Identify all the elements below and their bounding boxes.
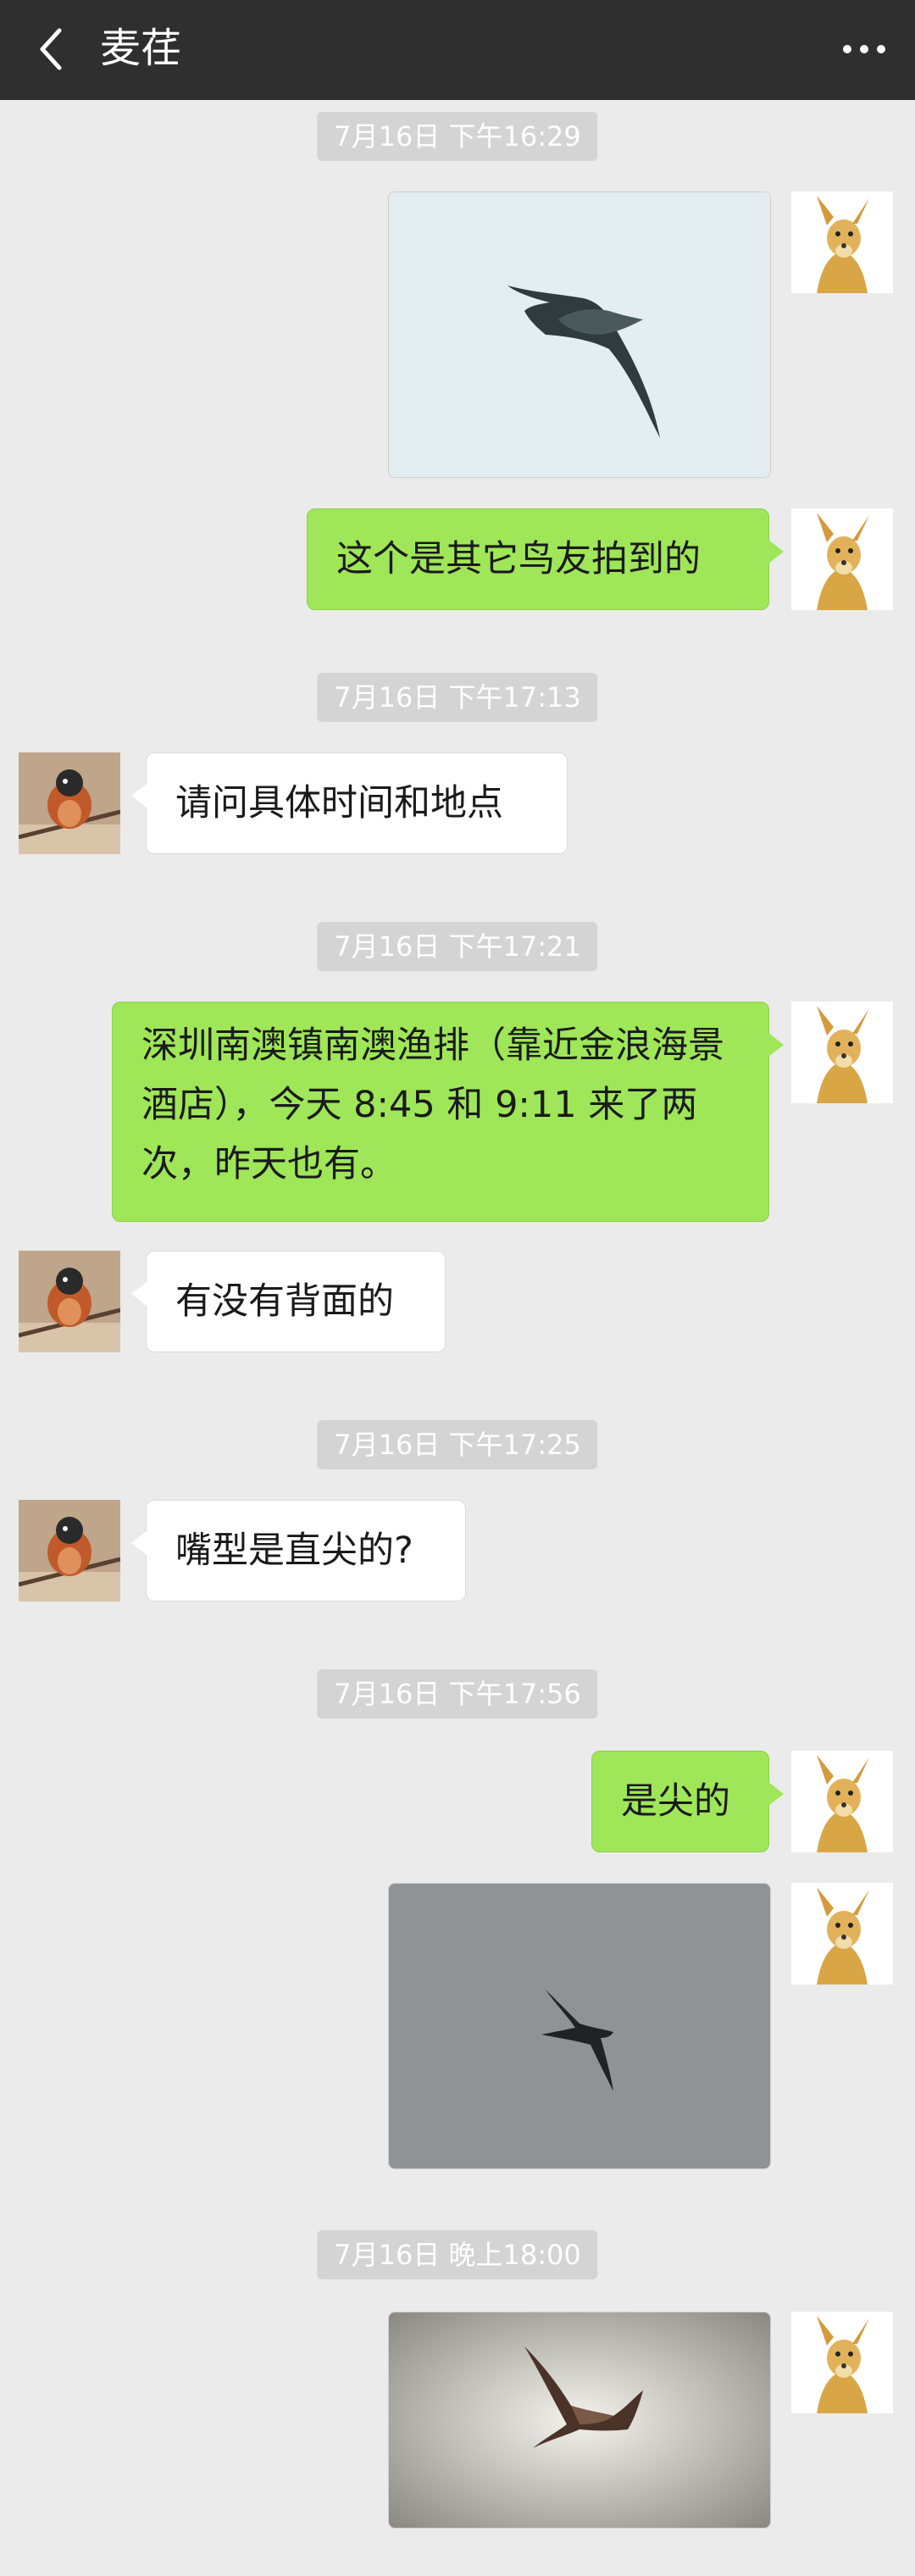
my-avatar[interactable]: [791, 1751, 893, 1852]
contact-message-bubble[interactable]: 有没有背面的: [131, 1251, 446, 1352]
chat-photo[interactable]: [388, 192, 771, 478]
more-horizontal-icon[interactable]: [839, 24, 890, 75]
timestamp: 7月16日 下午17:13: [317, 673, 598, 722]
chat-header: 麦荏: [0, 0, 915, 100]
my-avatar[interactable]: [791, 1883, 893, 1985]
chat-photo[interactable]: [388, 2312, 771, 2529]
timestamp: 7月16日 晚上18:00: [317, 2230, 598, 2279]
contact-message-bubble[interactable]: 请问具体时间和地点: [131, 752, 568, 854]
contact-message-bubble[interactable]: 嘴型是直尖的?: [131, 1500, 466, 1602]
chat-title: 麦荏: [100, 25, 182, 72]
contact-avatar[interactable]: [19, 752, 120, 854]
my-avatar[interactable]: [791, 508, 893, 610]
timestamp: 7月16日 下午17:25: [317, 1420, 598, 1469]
my-avatar[interactable]: [791, 2312, 893, 2413]
my-message-bubble[interactable]: 这个是其它鸟友拍到的: [307, 508, 784, 610]
my-avatar[interactable]: [791, 1002, 893, 1103]
my-message-bubble[interactable]: 深圳南澳镇南澳渔排（靠近金浪海景酒店），今天 8:45 和 9:11 来了两次，…: [112, 1002, 784, 1222]
timestamp: 7月16日 下午16:29: [317, 112, 598, 161]
my-avatar[interactable]: [791, 192, 893, 293]
timestamp: 7月16日 下午17:56: [317, 1669, 598, 1718]
my-message-bubble[interactable]: 是尖的: [591, 1751, 784, 1852]
chat-photo[interactable]: [388, 1883, 771, 2169]
chevron-left-icon[interactable]: [34, 24, 68, 75]
contact-avatar[interactable]: [19, 1500, 120, 1602]
contact-avatar[interactable]: [19, 1251, 120, 1352]
timestamp: 7月16日 下午17:21: [317, 922, 598, 971]
